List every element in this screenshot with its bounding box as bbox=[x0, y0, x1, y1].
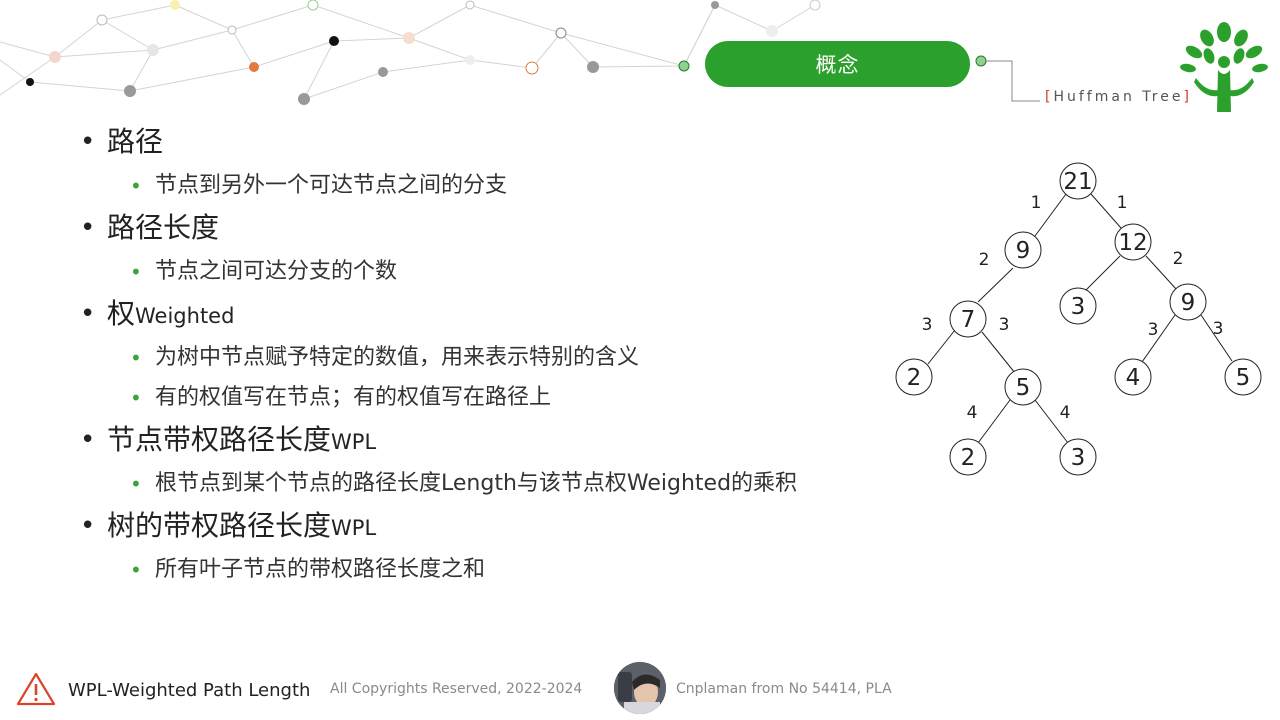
tree-node: 12 bbox=[1118, 230, 1147, 256]
edge-weight: 4 bbox=[1060, 403, 1071, 423]
edge-weight: 1 bbox=[1117, 193, 1128, 213]
avatar bbox=[614, 662, 666, 714]
tree-node: 3 bbox=[1071, 294, 1086, 320]
tree-node: 9 bbox=[1181, 290, 1196, 316]
tree-node: 5 bbox=[1016, 375, 1031, 401]
footer-author: Cnplaman from No 54414, PLA bbox=[676, 681, 892, 697]
edge-weight: 3 bbox=[1148, 320, 1159, 340]
edge-weight: 2 bbox=[979, 250, 990, 270]
edge-weight: 1 bbox=[1031, 193, 1042, 213]
footer-label: WPL-Weighted Path Length bbox=[68, 680, 311, 701]
edge-weight: 3 bbox=[1213, 319, 1224, 339]
tree-node: 2 bbox=[961, 445, 976, 471]
tree-node: 9 bbox=[1016, 238, 1031, 264]
tree-node: 7 bbox=[961, 307, 976, 333]
huffman-tree-diagram: 21 9 12 7 3 9 2 5 4 5 2 3 1 1 2 2 3 3 3 … bbox=[895, 162, 1262, 476]
footer-copyright: All Copyrights Reserved, 2022-2024 bbox=[330, 681, 583, 697]
avatar-photo bbox=[614, 662, 666, 714]
tree-node: 3 bbox=[1071, 445, 1086, 471]
warning-icon bbox=[16, 672, 56, 706]
tree-node: 4 bbox=[1126, 365, 1141, 391]
edge-weight: 4 bbox=[967, 403, 978, 423]
edge-weight: 3 bbox=[922, 315, 933, 335]
tree-node: 2 bbox=[907, 365, 922, 391]
edge-weight: 2 bbox=[1173, 249, 1184, 269]
tree-node: 5 bbox=[1236, 365, 1251, 391]
edge-weight: 3 bbox=[999, 315, 1010, 335]
tree-node: 21 bbox=[1063, 169, 1092, 195]
